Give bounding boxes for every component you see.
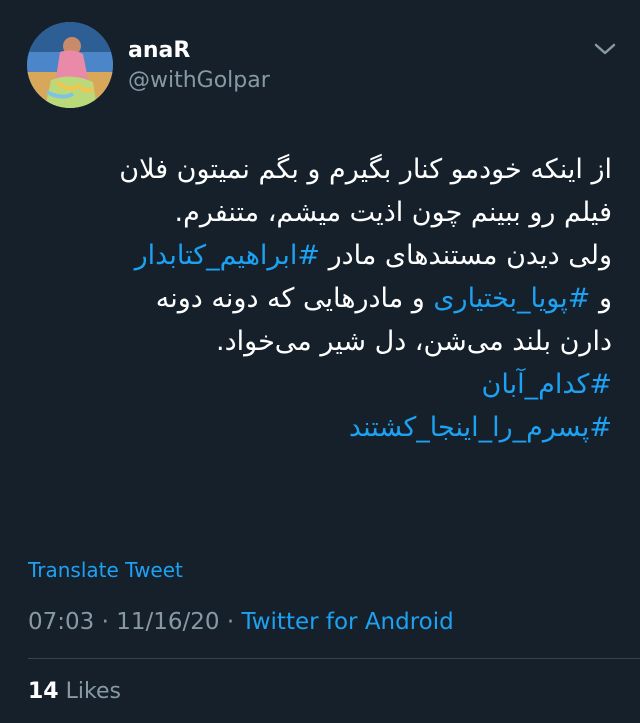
author-handle[interactable]: @withGolpar (128, 68, 270, 94)
chevron-down-icon[interactable] (590, 38, 620, 60)
tweet-line: دارن بلند می‌شن، دل شیر می‌خواد. (22, 320, 612, 363)
tweet-text-segment: ولی دیدن مستندهای مادر (319, 240, 612, 271)
tweet-text-segment: فیلم رو ببینم چون اذیت میشم، متنفرم. (174, 197, 612, 228)
tweet-text-segment: دارن بلند می‌شن، دل شیر می‌خواد. (216, 326, 612, 357)
author-display-name[interactable]: anaR (128, 38, 190, 64)
tweet-date: 11/16/20 (116, 609, 220, 635)
profile-photo-icon (27, 22, 113, 108)
tweet-meta: 07:03 · 11/16/20 · Twitter for Android (28, 608, 454, 636)
tweet-text-segment: از اینکه خودمو کنار بگیرم و بگم نمیتون ف… (119, 154, 612, 185)
tweet-source-link[interactable]: Twitter for Android (241, 609, 453, 635)
likes-label: Likes (65, 679, 121, 704)
hashtag-link[interactable]: #ابراهیم_کتابدار (135, 240, 320, 271)
hashtag-link[interactable]: #کدام_آبان (482, 369, 612, 400)
tweet-text-segment: و (590, 283, 612, 314)
meta-separator: · (101, 609, 109, 635)
tweet-text: از اینکه خودمو کنار بگیرم و بگم نمیتون ف… (22, 148, 612, 449)
avatar[interactable] (27, 22, 113, 108)
tweet-line: ولی دیدن مستندهای مادر #ابراهیم_کتابدار (22, 234, 612, 277)
meta-separator: · (226, 609, 235, 635)
tweet-line: و #پویا_بختیاری و مادرهایی که دونه دونه (22, 277, 612, 320)
translate-tweet-link[interactable]: Translate Tweet (28, 557, 183, 583)
tweet-line: #پسرم_را_اینجا_کشتند (22, 406, 612, 449)
likes-count: 14 (28, 679, 59, 704)
divider (28, 658, 640, 659)
tweet-line: #کدام_آبان (22, 363, 612, 406)
tweet-text-segment: و مادرهایی که دونه دونه (155, 283, 434, 314)
tweet-detail: anaR @withGolpar از اینکه خودمو کنار بگی… (0, 0, 640, 723)
tweet-time: 07:03 (28, 609, 95, 635)
hashtag-link[interactable]: #پسرم_را_اینجا_کشتند (349, 412, 612, 443)
tweet-line: از اینکه خودمو کنار بگیرم و بگم نمیتون ف… (22, 148, 612, 191)
tweet-line: فیلم رو ببینم چون اذیت میشم، متنفرم. (22, 191, 612, 234)
likes-stat[interactable]: 14 Likes (28, 678, 121, 706)
hashtag-link[interactable]: #پویا_بختیاری (433, 283, 590, 314)
